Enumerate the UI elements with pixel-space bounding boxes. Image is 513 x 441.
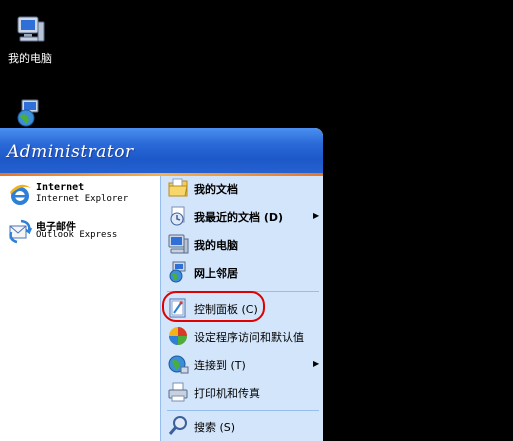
network-places-icon <box>167 261 189 283</box>
internet-explorer-icon <box>7 182 33 208</box>
network-places-icon <box>14 98 46 130</box>
highlight-annotation <box>162 291 265 322</box>
menu-item-label: 我的电脑 <box>194 239 238 252</box>
menu-item-label: 连接到 (T) <box>194 359 246 372</box>
menu-item-label: 我的文档 <box>194 183 238 196</box>
start-menu-header: Administrator <box>0 128 323 173</box>
menu-item-label: 打印机和传真 <box>194 387 260 400</box>
pinned-item-subtitle: Outlook Express <box>36 230 118 240</box>
my-documents-icon <box>167 177 189 199</box>
program-access-icon <box>167 325 189 347</box>
separator <box>167 410 319 411</box>
menu-item-program-access[interactable]: 设定程序访问和默认值 <box>167 324 322 350</box>
search-icon <box>167 415 189 437</box>
pinned-item-subtitle: Internet Explorer <box>36 194 129 204</box>
menu-item-printers[interactable]: 打印机和传真 <box>167 380 322 406</box>
submenu-arrow-icon: ▶ <box>313 359 320 368</box>
menu-item-my-computer[interactable]: 我的电脑 <box>167 232 322 258</box>
submenu-arrow-icon: ▶ <box>313 211 320 220</box>
pinned-item-title: Internet <box>36 182 85 193</box>
desktop-icon-label: 我的电脑 <box>8 52 52 65</box>
printers-icon <box>167 381 189 403</box>
start-menu: Administrator Internet Internet Explorer <box>0 128 323 441</box>
user-name: Administrator <box>7 142 134 162</box>
menu-item-recent-documents[interactable]: 我最近的文档 (D) ▶ <box>167 204 322 230</box>
pinned-item-email[interactable]: 电子邮件 Outlook Express <box>7 216 157 250</box>
menu-item-search[interactable]: 搜索 (S) <box>167 414 322 440</box>
outlook-express-icon <box>7 218 33 244</box>
recent-documents-icon <box>167 205 189 227</box>
menu-item-network-places[interactable]: 网上邻居 <box>167 260 322 286</box>
menu-item-label: 搜索 (S) <box>194 421 236 434</box>
my-computer-icon <box>14 14 46 46</box>
menu-item-label: 网上邻居 <box>194 267 238 280</box>
my-computer-icon <box>167 233 189 255</box>
pinned-item-internet[interactable]: Internet Internet Explorer <box>7 180 157 214</box>
pinned-programs-pane: Internet Internet Explorer 电子邮件 Outlook … <box>0 176 158 441</box>
menu-item-label: 设定程序访问和默认值 <box>194 331 304 344</box>
menu-item-my-documents[interactable]: 我的文档 <box>167 176 322 202</box>
connect-to-icon <box>167 353 189 375</box>
desktop-icon-my-computer[interactable]: 我的电脑 <box>0 14 60 66</box>
menu-item-connect-to[interactable]: 连接到 (T) ▶ <box>167 352 322 378</box>
menu-item-label: 我最近的文档 (D) <box>194 211 284 224</box>
